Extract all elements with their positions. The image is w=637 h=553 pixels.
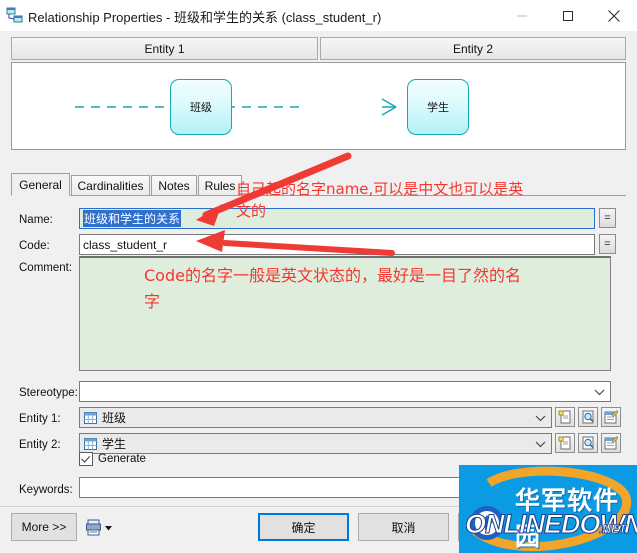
entity2-combobox[interactable]: 学生 xyxy=(79,433,552,454)
tab-rules-label: Rules xyxy=(204,178,236,193)
checkbox-checked-icon xyxy=(79,452,93,466)
tab-notes[interactable]: Notes xyxy=(151,175,197,196)
watermark-logo: 华军软件园 ONLINEDOWN .NET xyxy=(459,465,637,553)
name-input-value: 班级和学生的关系 xyxy=(83,210,182,227)
watermark-suffix: .NET xyxy=(599,522,627,537)
name-equals-button[interactable]: = xyxy=(599,208,616,228)
generate-checkbox[interactable]: Generate xyxy=(79,452,146,466)
entity1-properties-button[interactable] xyxy=(578,407,598,427)
tab-notes-label: Notes xyxy=(158,178,190,193)
keywords-label: Keywords: xyxy=(19,484,73,496)
entity1-label: Entity 1: xyxy=(19,413,61,425)
crow-foot-icon xyxy=(381,98,397,116)
tab-general[interactable]: General xyxy=(11,173,70,196)
chevron-down-icon xyxy=(535,437,546,451)
more-button-label: More >> xyxy=(21,520,67,534)
table-icon xyxy=(84,437,97,450)
minimize-button[interactable] xyxy=(499,0,545,31)
tab-general-label: General xyxy=(19,177,62,192)
code-input-value: class_student_r xyxy=(83,237,168,252)
more-button[interactable]: More >> xyxy=(11,513,77,541)
cancel-button[interactable]: 取消 xyxy=(358,513,449,541)
entity1-node[interactable]: 班级 xyxy=(170,79,232,135)
entity2-properties-button[interactable] xyxy=(578,433,598,453)
stereotype-label: Stereotype: xyxy=(19,387,78,399)
window-title: Relationship Properties - 班级和学生的关系 (clas… xyxy=(28,10,382,25)
entity2-edit-button[interactable] xyxy=(601,433,621,453)
code-label: Code: xyxy=(19,240,50,252)
entity1-value: 班级 xyxy=(102,411,127,425)
code-equals-label: = xyxy=(604,238,611,250)
entity1-new-button[interactable] xyxy=(555,407,575,427)
chevron-down-icon xyxy=(535,411,546,425)
entity1-combobox[interactable]: 班级 xyxy=(79,407,552,428)
relationship-icon xyxy=(6,7,24,24)
close-button[interactable] xyxy=(591,0,637,31)
title-bar: Relationship Properties - 班级和学生的关系 (clas… xyxy=(0,0,637,31)
entity1-edit-button[interactable] xyxy=(601,407,621,427)
entity1-header: Entity 1 xyxy=(11,37,318,60)
stereotype-combobox[interactable] xyxy=(79,381,611,402)
entity1-header-label: Entity 1 xyxy=(144,41,185,56)
cancel-button-label: 取消 xyxy=(391,520,416,535)
relationship-link xyxy=(75,98,397,116)
table-icon xyxy=(84,411,97,424)
entity2-node[interactable]: 学生 xyxy=(407,79,469,135)
relationship-diagram-canvas[interactable]: 班级 学生 xyxy=(11,62,626,150)
tab-cardinalities-label: Cardinalities xyxy=(77,178,144,193)
code-equals-button[interactable]: = xyxy=(599,234,616,254)
ok-button-label: 确定 xyxy=(291,520,316,535)
relationship-properties-dialog: Relationship Properties - 班级和学生的关系 (clas… xyxy=(0,0,637,553)
comment-label: Comment: xyxy=(19,262,73,274)
entity2-header: Entity 2 xyxy=(320,37,626,60)
chevron-down-icon xyxy=(594,385,605,399)
entity2-value: 学生 xyxy=(102,437,127,451)
code-input[interactable]: class_student_r xyxy=(79,234,595,255)
maximize-button[interactable] xyxy=(545,0,591,31)
tab-rules[interactable]: Rules xyxy=(198,175,242,196)
name-equals-label: = xyxy=(604,212,611,224)
entity2-label: Entity 2: xyxy=(19,439,61,451)
entity2-header-label: Entity 2 xyxy=(452,41,494,56)
tab-strip: General Cardinalities Notes Rules xyxy=(11,173,626,196)
entity1-node-label: 班级 xyxy=(190,101,212,114)
entity2-node-label: 学生 xyxy=(427,101,449,114)
print-menu-button[interactable] xyxy=(85,517,115,539)
entity2-new-button[interactable] xyxy=(555,433,575,453)
name-label: Name: xyxy=(19,214,53,226)
name-input[interactable]: 班级和学生的关系 xyxy=(79,208,595,229)
comment-textarea[interactable] xyxy=(79,256,611,371)
tab-cardinalities[interactable]: Cardinalities xyxy=(71,175,150,196)
ok-button[interactable]: 确定 xyxy=(258,513,349,541)
generate-label: Generate xyxy=(98,453,146,465)
